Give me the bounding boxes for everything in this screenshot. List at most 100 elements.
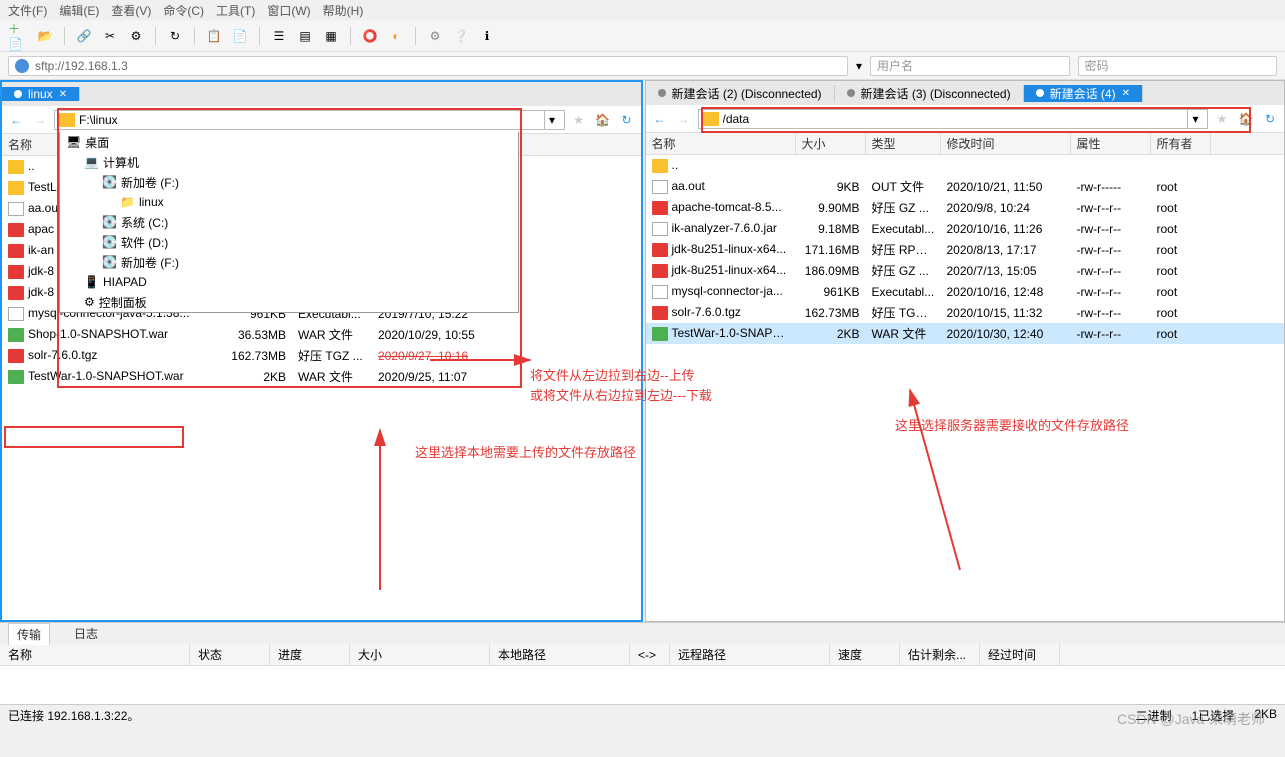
copy-icon[interactable]: 📋 [203,25,225,47]
new-session-icon[interactable]: ＋📄 [8,25,30,47]
status-bar: 已连接 192.168.1.3:22。 二进制 1已选择 2KB [0,704,1285,726]
dropdown-item[interactable]: 📱HIAPAD [60,272,518,292]
menu-window[interactable]: 窗口(W) [267,2,310,19]
dropdown-item[interactable]: 💽软件 (D:) [60,232,518,252]
file-row[interactable]: jdk-8u251-linux-x64...186.09MB好压 GZ ...2… [646,260,1285,281]
password-input[interactable]: 密码 [1078,56,1277,76]
globe-icon [15,59,29,73]
file-row[interactable]: solr-7.6.0.tgz162.73MB好压 TGZ ...2020/9/2… [2,345,641,366]
properties-icon[interactable]: ⚙ [125,25,147,47]
options-icon[interactable]: ⚙ [424,25,446,47]
local-tab-linux[interactable]: linux ✕ [2,87,80,101]
menu-edit[interactable]: 编辑(E) [59,2,99,19]
remote-path-text[interactable] [723,112,1188,126]
home-icon[interactable]: 🏠 [1236,109,1256,129]
xfer-col[interactable]: 名称 [0,644,190,665]
tab-label: linux [28,87,53,101]
forward-icon[interactable]: → [674,109,694,129]
help-icon[interactable]: ❔ [450,25,472,47]
view-list-icon[interactable]: ☰ [268,25,290,47]
menu-help[interactable]: 帮助(H) [323,2,364,19]
remote-tab[interactable]: 新建会话 (4)✕ [1024,85,1143,102]
remote-tabs: 新建会话 (2) (Disconnected)新建会话 (3) (Disconn… [646,81,1285,105]
bookmark-icon[interactable]: ★ [569,110,589,130]
address-bar: sftp://192.168.1.3 ▾ 用户名 密码 [0,52,1285,80]
reconnect-icon[interactable]: ↻ [164,25,186,47]
dropdown-item[interactable]: 🖥桌面 [60,132,518,152]
file-row[interactable]: mysql-connector-ja...961KBExecutabl...20… [646,281,1285,302]
refresh-icon[interactable]: ↻ [617,110,637,130]
sync-icon[interactable]: ⭕ [359,25,381,47]
address-dropdown-icon[interactable]: ▾ [856,59,862,73]
file-row[interactable]: solr-7.6.0.tgz162.73MB好压 TGZ ...2020/10/… [646,302,1285,323]
menu-tools[interactable]: 工具(T) [216,2,255,19]
view-detail-icon[interactable]: ▤ [294,25,316,47]
bottom-tabs: 传输 日志 [0,622,1285,644]
disconnect-icon[interactable]: ✂ [99,25,121,47]
file-row[interactable]: jdk-8u251-linux-x64...171.16MB好压 RPM...2… [646,239,1285,260]
xfer-col[interactable]: 估计剩余... [900,644,980,665]
xfer-col[interactable]: 经过时间 [980,644,1060,665]
dropdown-item[interactable]: 💽新加卷 (F:) [60,172,518,192]
watermark: CSDN @Java-呆萌老师 [1117,709,1265,729]
bookmark-icon[interactable]: ★ [1212,109,1232,129]
back-icon[interactable]: ← [650,109,670,129]
menu-file[interactable]: 文件(F) [8,2,47,19]
status-dot-icon [14,90,22,98]
xfer-col[interactable]: 本地路径 [490,644,630,665]
xfer-col[interactable]: 大小 [350,644,490,665]
address-input[interactable]: sftp://192.168.1.3 [8,56,848,76]
main-toolbar: ＋📄 📂 🔗 ✂ ⚙ ↻ 📋 📄 ☰ ▤ ▦ ⭕ ◐ ⚙ ❔ ℹ [0,20,1285,52]
remote-tab[interactable]: 新建会话 (2) (Disconnected) [646,85,835,102]
local-path-input[interactable]: ▾ [54,110,565,130]
col-type[interactable]: 类型 [866,133,941,154]
menu-cmd[interactable]: 命令(C) [163,2,204,19]
file-row[interactable]: aa.out9KBOUT 文件2020/10/21, 11:50-rw-r---… [646,176,1285,197]
col-name[interactable]: 名称 [646,133,796,154]
tab-transfer[interactable]: 传输 [8,623,50,645]
back-icon[interactable]: ← [6,110,26,130]
tab-log[interactable]: 日志 [66,623,106,644]
xfer-col[interactable]: 状态 [190,644,270,665]
dropdown-item[interactable]: 💻计算机 [60,152,518,172]
refresh-icon[interactable]: ↻ [1260,109,1280,129]
file-row[interactable]: Shop-1.0-SNAPSHOT.war36.53MBWAR 文件2020/1… [2,324,641,345]
remote-file-list[interactable]: ..aa.out9KBOUT 文件2020/10/21, 11:50-rw-r-… [646,155,1285,621]
close-icon[interactable]: ✕ [59,89,67,100]
file-row[interactable]: TestWar-1.0-SNAPS...2KBWAR 文件2020/10/30,… [646,323,1285,344]
file-row[interactable]: TestWar-1.0-SNAPSHOT.war2KBWAR 文件2020/9/… [2,366,641,387]
file-row[interactable]: apache-tomcat-8.5...9.90MB好压 GZ ...2020/… [646,197,1285,218]
col-modified[interactable]: 修改时间 [941,133,1071,154]
remote-tab[interactable]: 新建会话 (3) (Disconnected) [835,85,1024,102]
paste-icon[interactable]: 📄 [229,25,251,47]
chevron-down-icon[interactable]: ▾ [544,111,560,129]
dropdown-item[interactable]: 💽系统 (C:) [60,212,518,232]
local-path-text[interactable] [79,113,544,127]
view-icons-icon[interactable]: ▦ [320,25,342,47]
path-dropdown[interactable]: 🖥桌面💻计算机💽新加卷 (F:)📁linux💽系统 (C:)💽软件 (D:)💽新… [59,132,519,313]
open-icon[interactable]: 📂 [34,25,56,47]
forward-icon[interactable]: → [30,110,50,130]
home-icon[interactable]: 🏠 [593,110,613,130]
dropdown-item[interactable]: 📁linux [60,192,518,212]
col-attr[interactable]: 属性 [1071,133,1151,154]
chevron-down-icon[interactable]: ▾ [1187,110,1203,128]
menu-bar: 文件(F) 编辑(E) 查看(V) 命令(C) 工具(T) 窗口(W) 帮助(H… [0,0,1285,20]
dropdown-item[interactable]: 💽新加卷 (F:) [60,252,518,272]
xfer-col[interactable]: <-> [630,644,670,665]
menu-view[interactable]: 查看(V) [111,2,151,19]
dropdown-item[interactable]: ⚙控制面板 [60,292,518,312]
compare-icon[interactable]: ◐ [385,25,407,47]
xfer-col[interactable]: 速度 [830,644,900,665]
about-icon[interactable]: ℹ [476,25,498,47]
file-row[interactable]: .. [646,155,1285,176]
col-size[interactable]: 大小 [796,133,866,154]
remote-path-input[interactable]: ▾ [698,109,1209,129]
transfer-header: 名称状态进度大小本地路径<->远程路径速度估计剩余...经过时间 [0,644,1285,666]
xfer-col[interactable]: 远程路径 [670,644,830,665]
col-owner[interactable]: 所有者 [1151,133,1211,154]
file-row[interactable]: ik-analyzer-7.6.0.jar9.18MBExecutabl...2… [646,218,1285,239]
username-input[interactable]: 用户名 [870,56,1069,76]
connect-icon[interactable]: 🔗 [73,25,95,47]
xfer-col[interactable]: 进度 [270,644,350,665]
